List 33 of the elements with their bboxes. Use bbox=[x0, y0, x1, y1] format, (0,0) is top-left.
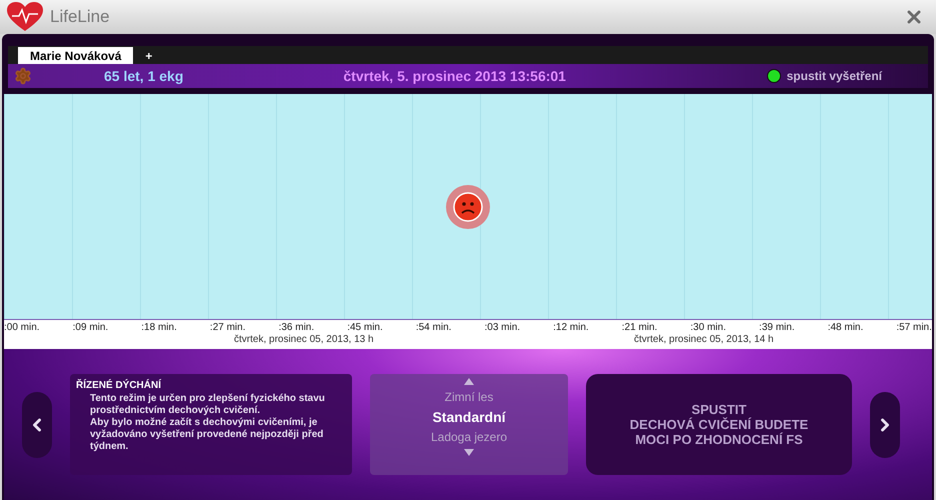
hour-date-label: čtvrtek, prosinec 05, 2013, 14 h bbox=[634, 334, 774, 346]
time-tick-label: :36 min. bbox=[278, 321, 314, 334]
window-title: LifeLine bbox=[50, 6, 110, 28]
time-tick-label: :30 min. bbox=[690, 321, 726, 334]
time-tick-label: :21 min. bbox=[622, 321, 658, 334]
time-tick-label: :03 min. bbox=[484, 321, 520, 334]
patient-info: 65 let, 1 ekg bbox=[104, 66, 184, 86]
time-tick-label: :09 min. bbox=[72, 321, 108, 334]
hour-date-label: čtvrtek, prosinec 05, 2013, 13 h bbox=[234, 334, 374, 346]
sad-face-icon bbox=[453, 192, 483, 222]
time-tick-label: :12 min. bbox=[553, 321, 589, 334]
patient-tab[interactable]: Marie Nováková bbox=[18, 47, 134, 64]
current-datetime: čtvrtek, 5. prosinec 2013 13:56:01 bbox=[343, 66, 566, 86]
time-tick-label: :00 min. bbox=[4, 321, 40, 334]
time-tick-label: :39 min. bbox=[759, 321, 795, 334]
time-tick-label: :48 min. bbox=[828, 321, 864, 334]
down-arrow-icon[interactable] bbox=[464, 449, 474, 456]
mode-title: ŘÍZENÉ DÝCHÁNÍ bbox=[76, 378, 162, 393]
up-arrow-icon[interactable] bbox=[464, 378, 474, 385]
add-tab-button[interactable]: + bbox=[133, 47, 164, 64]
next-button[interactable] bbox=[870, 392, 900, 458]
time-tick-label: :45 min. bbox=[347, 321, 383, 334]
heart-logo-icon bbox=[6, 2, 44, 32]
program-option[interactable]: Ladoga jezero bbox=[430, 429, 508, 445]
time-tick-label: :54 min. bbox=[416, 321, 452, 334]
time-tick-label: :57 min. bbox=[896, 321, 932, 334]
start-examination-button[interactable]: spustit vyšetření bbox=[786, 67, 882, 85]
previous-button[interactable] bbox=[22, 392, 52, 458]
mode-description: Tento režim je určen pro zlepšení fyzického stavu prostřednictvím dechových cvičení. Aby bylo možné začít s dechovými cvičeními, je vyžadováno vyšetření provedené nejpozději před týdnem. bbox=[89, 393, 326, 453]
mood-marker[interactable] bbox=[446, 184, 490, 228]
time-tick-label: :18 min. bbox=[141, 321, 177, 334]
time-tick-label: :27 min. bbox=[210, 321, 246, 334]
program-option[interactable]: Standardní bbox=[432, 409, 506, 425]
